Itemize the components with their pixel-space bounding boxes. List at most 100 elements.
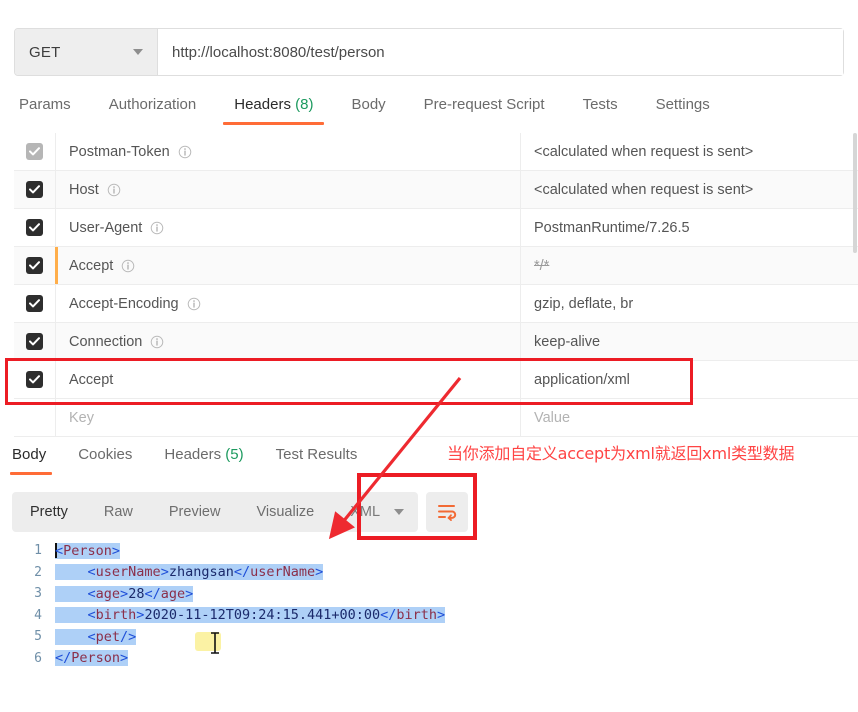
request-tab-body[interactable]: Body xyxy=(332,94,404,125)
table-row[interactable]: Accept */* xyxy=(14,247,858,285)
header-key-cell[interactable]: Accept-Encoding xyxy=(55,285,520,322)
headers-scrollbar[interactable] xyxy=(852,133,858,403)
response-language-label: XML xyxy=(350,504,381,520)
request-tab-authorization[interactable]: Authorization xyxy=(90,94,216,125)
header-value-label: <calculated when request is sent> xyxy=(534,143,754,160)
format-tab-group: Pretty Raw Preview Visualize XML xyxy=(12,492,419,532)
code-line[interactable]: 5 <pet/> xyxy=(0,626,858,648)
http-method-label: GET xyxy=(29,43,61,61)
response-tab-cookies[interactable]: Cookies xyxy=(62,444,148,475)
code-line-number: 2 xyxy=(34,564,42,580)
header-value-cell[interactable]: keep-alive xyxy=(520,323,858,360)
header-enabled-checkbox[interactable] xyxy=(26,257,43,274)
table-row[interactable]: Host <calculated when request is sent> xyxy=(14,171,858,209)
http-method-dropdown[interactable]: GET xyxy=(15,29,158,75)
code-line[interactable]: 2 <userName>zhangsan</userName> xyxy=(0,562,858,584)
code-line-text[interactable]: <userName>zhangsan</userName> xyxy=(55,564,324,581)
code-line[interactable]: 3 <age>28</age> xyxy=(0,583,858,605)
chevron-down-icon xyxy=(133,49,143,55)
header-enabled-checkbox-cell xyxy=(14,219,55,236)
format-tab-label: Preview xyxy=(168,504,221,520)
header-key-label: Postman-Token xyxy=(69,143,170,160)
header-enabled-checkbox[interactable] xyxy=(26,295,43,312)
header-key-cell[interactable]: Host xyxy=(55,171,520,208)
info-icon xyxy=(178,145,192,158)
header-value-cell[interactable]: <calculated when request is sent> xyxy=(520,171,858,208)
table-row[interactable]: Accept-Encoding gzip, deflate, br xyxy=(14,285,858,323)
header-enabled-checkbox[interactable] xyxy=(26,143,43,160)
info-icon xyxy=(122,259,135,272)
header-enabled-checkbox[interactable] xyxy=(26,333,43,350)
format-tab-label: Raw xyxy=(103,504,133,520)
code-line[interactable]: 4 <birth>2020-11-12T09:24:15.441+00:00</… xyxy=(0,605,858,627)
table-row[interactable]: Connection keep-alive xyxy=(14,323,858,361)
header-key-cell[interactable]: Accept xyxy=(55,247,520,284)
header-key-cell[interactable]: Connection xyxy=(55,323,520,360)
table-row-placeholder[interactable]: Key Value xyxy=(14,399,858,437)
code-line-text[interactable]: <pet/> xyxy=(55,628,137,645)
code-line-number: 4 xyxy=(34,607,42,623)
header-key-label: Accept xyxy=(69,371,114,388)
code-line[interactable]: 6 </Person> xyxy=(0,648,858,670)
response-tab-headers[interactable]: Headers (5) xyxy=(148,444,259,475)
header-value-cell[interactable]: <calculated when request is sent> xyxy=(520,133,858,170)
response-tab-body[interactable]: Body xyxy=(8,444,62,475)
header-value-input[interactable]: Value xyxy=(520,399,858,436)
header-key-label: Connection xyxy=(69,333,143,350)
header-key-cell[interactable]: User-Agent xyxy=(55,209,520,246)
header-enabled-checkbox[interactable] xyxy=(26,181,43,198)
word-wrap-button[interactable] xyxy=(426,492,469,532)
request-tabs: Params Authorization Headers (8) Body Pre-re… xyxy=(14,94,844,132)
code-line-text[interactable]: <birth>2020-11-12T09:24:15.441+00:00</bi… xyxy=(55,607,446,624)
table-row[interactable]: Accept application/xml xyxy=(14,361,858,399)
header-value-cell[interactable]: gzip, deflate, br xyxy=(520,285,858,322)
code-line-text[interactable]: <age>28</age> xyxy=(55,585,194,602)
format-tab-preview[interactable]: Preview xyxy=(151,492,239,532)
response-tab-label: Test Results xyxy=(275,446,358,463)
code-line-number: 3 xyxy=(34,586,42,602)
response-tab-count: (5) xyxy=(225,446,244,463)
response-body-code[interactable]: 1 <Person> 2 <userName>zhangsan</userName>… xyxy=(0,540,858,680)
header-value-label: keep-alive xyxy=(534,333,601,350)
header-value-cell[interactable]: PostmanRuntime/7.26.5 xyxy=(520,209,858,246)
code-line-number: 5 xyxy=(34,629,42,645)
header-key-label: Accept-Encoding xyxy=(69,295,179,312)
request-tab-label: Params xyxy=(19,96,71,113)
request-tab-settings[interactable]: Settings xyxy=(637,94,729,125)
header-value-cell[interactable]: */* xyxy=(520,247,858,284)
headers-table: Postman-Token <calculated when request is… xyxy=(14,133,858,437)
header-key-input[interactable]: Key xyxy=(55,399,520,436)
header-key-cell[interactable]: Postman-Token xyxy=(55,133,520,170)
header-enabled-checkbox[interactable] xyxy=(26,371,43,388)
request-tab-pre-request-script[interactable]: Pre-request Script xyxy=(405,94,564,125)
code-line[interactable]: 1 <Person> xyxy=(0,540,858,562)
request-tab-headers[interactable]: Headers (8) xyxy=(215,94,332,125)
url-input[interactable]: http://localhost:8080/test/person xyxy=(158,29,843,75)
header-value-cell[interactable]: application/xml xyxy=(520,361,858,398)
header-key-cell[interactable]: Accept xyxy=(55,361,520,398)
format-tab-pretty[interactable]: Pretty xyxy=(12,492,86,532)
request-tab-tests[interactable]: Tests xyxy=(564,94,637,125)
code-line-text[interactable]: <Person> xyxy=(55,542,121,559)
request-tab-params[interactable]: Params xyxy=(14,94,90,125)
code-line-number: 1 xyxy=(34,543,42,559)
chevron-down-icon xyxy=(394,509,405,515)
row-accent-bar xyxy=(55,247,58,284)
format-tab-visualize[interactable]: Visualize xyxy=(238,492,332,532)
response-tab-label: Body xyxy=(12,446,47,463)
header-key-label: Host xyxy=(69,181,99,198)
header-value-label: */* xyxy=(534,257,550,274)
table-row[interactable]: Postman-Token <calculated when request is… xyxy=(14,133,858,171)
response-tab-test-results[interactable]: Test Results xyxy=(260,444,374,475)
format-tab-raw[interactable]: Raw xyxy=(86,492,151,532)
header-enabled-checkbox[interactable] xyxy=(26,219,43,236)
header-key-placeholder: Key xyxy=(69,409,94,426)
response-language-dropdown[interactable]: XML xyxy=(332,492,418,532)
header-enabled-checkbox-cell xyxy=(14,295,55,312)
response-tab-label: Cookies xyxy=(78,446,133,463)
code-line-text[interactable]: </Person> xyxy=(55,650,129,667)
header-key-label: Accept xyxy=(69,257,114,274)
table-row[interactable]: User-Agent PostmanRuntime/7.26.5 xyxy=(14,209,858,247)
header-value-label: <calculated when request is sent> xyxy=(534,181,754,198)
info-icon xyxy=(187,297,200,310)
